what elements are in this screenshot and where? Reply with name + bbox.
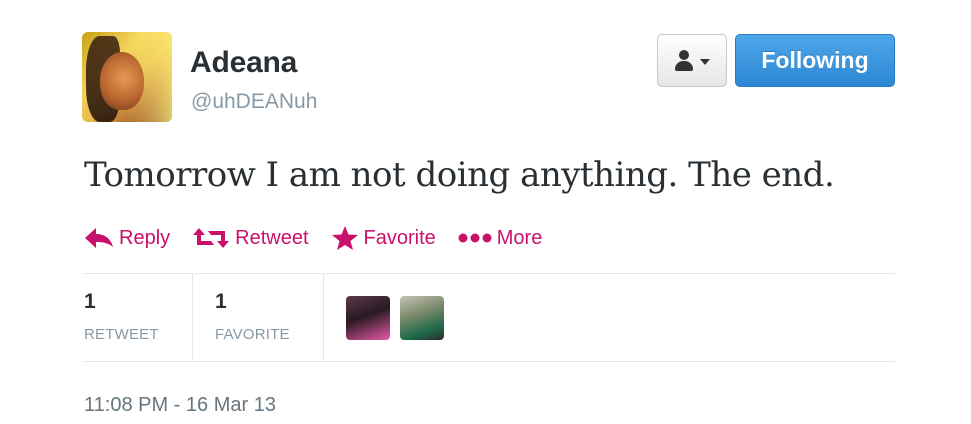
favorite-label: Favorite [363, 226, 436, 249]
favorite-count: 1 [215, 290, 227, 313]
favorite-button[interactable]: Favorite [331, 225, 436, 251]
retweet-button[interactable]: Retweet [192, 226, 309, 250]
more-button[interactable]: More [458, 226, 543, 250]
tweet-actions: Reply Retweet Favorite More [84, 222, 564, 254]
reply-label: Reply [119, 226, 171, 249]
divider-top [84, 273, 895, 274]
caret-down-icon [700, 58, 710, 65]
reply-button[interactable]: Reply [84, 227, 170, 250]
user-name[interactable]: Adeana [190, 46, 297, 80]
retweet-stat[interactable]: 1 RETWEET [84, 290, 159, 343]
favoriter-avatar[interactable] [346, 296, 390, 340]
favorite-stat[interactable]: 1 FAVORITE [215, 290, 290, 343]
more-label: More [496, 226, 543, 249]
tweet-text: Tomorrow I am not doing anything. The en… [84, 155, 835, 195]
person-icon [674, 49, 694, 72]
user-handle[interactable]: @uhDEANuh [191, 90, 317, 114]
star-icon [331, 226, 358, 250]
reply-icon [85, 228, 113, 248]
favoriter-avatar[interactable] [400, 296, 444, 340]
tweet-card: Adeana @uhDEANuh Following Tomorrow I am… [0, 0, 971, 424]
retweet-label: Retweet [235, 226, 309, 249]
user-avatar[interactable] [82, 32, 172, 122]
retweet-count: 1 [84, 290, 96, 313]
following-button[interactable]: Following [735, 34, 895, 87]
user-actions-dropdown[interactable] [657, 34, 727, 87]
tweet-timestamp[interactable]: 11:08 PM - 16 Mar 13 [84, 394, 276, 417]
retweet-stat-label: RETWEET [84, 326, 159, 343]
retweet-icon [193, 228, 230, 248]
divider-bottom [84, 361, 895, 362]
more-icon [458, 233, 492, 243]
favorite-stat-label: FAVORITE [215, 326, 290, 343]
stat-separator [323, 274, 324, 360]
stat-separator [192, 274, 193, 360]
